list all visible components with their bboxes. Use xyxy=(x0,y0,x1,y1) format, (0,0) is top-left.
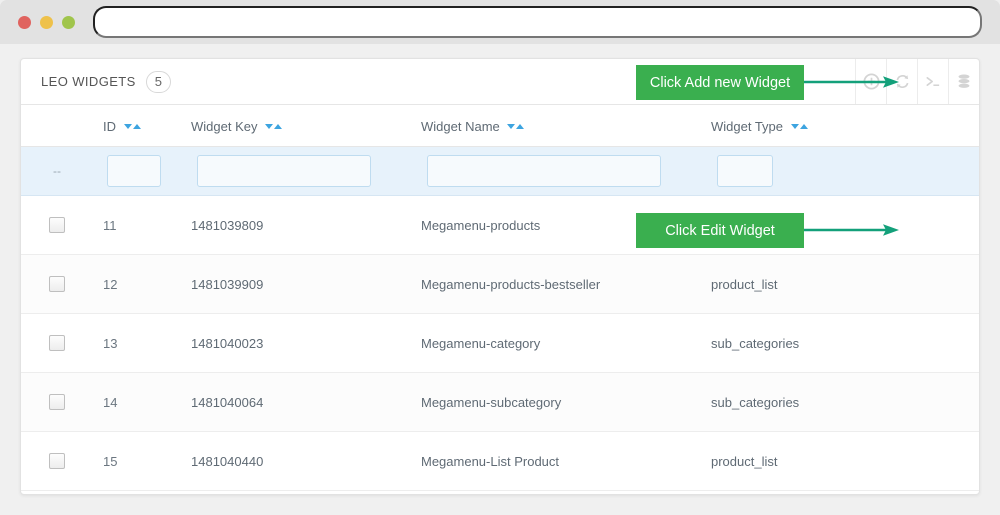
filter-id-cell xyxy=(93,146,181,196)
row-checkbox-cell xyxy=(21,195,93,255)
cell-id: 12 xyxy=(93,254,181,314)
window-controls xyxy=(18,15,75,29)
cell-type: sub_categories xyxy=(701,372,921,432)
row-checkbox-cell xyxy=(21,431,93,491)
cell-id: 11 xyxy=(93,195,181,255)
header-widget-key-label: Widget Key xyxy=(191,119,258,134)
header-widget-name-label: Widget Name xyxy=(421,119,500,134)
header-select-all xyxy=(21,105,93,147)
filter-row: -- xyxy=(21,146,979,196)
cell-name: Megamenu-subcategory xyxy=(411,372,701,432)
row-checkbox-cell xyxy=(21,372,93,432)
row-checkbox[interactable] xyxy=(49,217,65,234)
sort-asc-icon[interactable] xyxy=(132,124,141,130)
browser-chrome xyxy=(0,0,1000,44)
sort-asc-icon[interactable] xyxy=(274,124,283,130)
callout-arrow-edit xyxy=(801,223,899,237)
maximize-window-button[interactable] xyxy=(62,15,75,29)
filter-id-input[interactable] xyxy=(107,155,161,187)
cell-id: 13 xyxy=(93,313,181,373)
table-header-row: ID Widget Key Widget Name Widget Type xyxy=(21,105,979,147)
filter-key-cell xyxy=(181,146,411,196)
sort-arrows-key[interactable] xyxy=(265,124,283,130)
header-widget-type-label: Widget Type xyxy=(711,119,784,134)
database-icon[interactable] xyxy=(948,59,979,104)
cell-actions: Edit xyxy=(921,195,979,255)
row-checkbox[interactable] xyxy=(49,276,65,293)
cell-id: 15 xyxy=(93,431,181,491)
header-actions xyxy=(921,105,979,147)
minimize-window-button[interactable] xyxy=(40,15,53,29)
table-row[interactable]: 14 1481040064 Megamenu-subcategory sub_c… xyxy=(21,372,979,432)
row-checkbox[interactable] xyxy=(49,453,65,470)
widget-count-badge: 5 xyxy=(145,70,171,93)
cell-type: product_list xyxy=(701,431,921,491)
sort-arrows-name[interactable] xyxy=(507,124,525,130)
sort-desc-icon[interactable] xyxy=(265,124,274,130)
header-id-label: ID xyxy=(103,119,116,134)
sort-arrows-type[interactable] xyxy=(790,124,808,130)
cell-key: 1481040023 xyxy=(181,313,411,373)
cell-actions: Edit xyxy=(921,372,979,432)
header-id[interactable]: ID xyxy=(93,105,181,147)
table-body: -- 11 1481039809 Megamenu-products 12 14… xyxy=(21,146,979,491)
cell-actions: Edit xyxy=(921,431,979,491)
filter-widget-key-input[interactable] xyxy=(197,155,371,187)
filter-name-cell xyxy=(411,146,701,196)
sort-arrows-id[interactable] xyxy=(123,124,141,130)
widgets-table: ID Widget Key Widget Name Widget Type --… xyxy=(21,105,979,491)
sort-asc-icon[interactable] xyxy=(516,124,525,130)
cell-name: Megamenu-category xyxy=(411,313,701,373)
page-title: LEO WIDGETS xyxy=(41,74,136,89)
widgets-panel: LEO WIDGETS 5 ID Widget Key Widget Name … xyxy=(20,58,980,495)
filter-actions-cell: Search xyxy=(921,146,979,196)
table-row[interactable]: 12 1481039909 Megamenu-products-bestsell… xyxy=(21,254,979,314)
table-row[interactable]: 15 1481040440 Megamenu-List Product prod… xyxy=(21,431,979,491)
row-checkbox[interactable] xyxy=(49,335,65,352)
cell-actions: Edit xyxy=(921,254,979,314)
sort-desc-icon[interactable] xyxy=(790,124,799,130)
cell-actions: Edit xyxy=(921,313,979,373)
table-row[interactable]: 13 1481040023 Megamenu-category sub_cate… xyxy=(21,313,979,373)
header-widget-name[interactable]: Widget Name xyxy=(411,105,701,147)
cell-id: 14 xyxy=(93,372,181,432)
cell-type: sub_categories xyxy=(701,313,921,373)
filter-widget-name-input[interactable] xyxy=(427,155,661,187)
cell-type: product_list xyxy=(701,254,921,314)
cell-key: 1481039809 xyxy=(181,195,411,255)
filter-type-cell xyxy=(701,146,921,196)
filter-widget-type-input[interactable] xyxy=(717,155,773,187)
filter-checkbox-marker: -- xyxy=(21,146,93,196)
cell-key: 1481039909 xyxy=(181,254,411,314)
sort-asc-icon[interactable] xyxy=(799,124,808,130)
row-checkbox-cell xyxy=(21,254,93,314)
sort-desc-icon[interactable] xyxy=(123,124,132,130)
cell-name: Megamenu-products-bestseller xyxy=(411,254,701,314)
terminal-icon[interactable] xyxy=(917,59,948,104)
url-input[interactable] xyxy=(93,6,982,38)
header-widget-type[interactable]: Widget Type xyxy=(701,105,921,147)
row-checkbox-cell xyxy=(21,313,93,373)
cell-key: 1481040064 xyxy=(181,372,411,432)
header-widget-key[interactable]: Widget Key xyxy=(181,105,411,147)
callout-arrow-add xyxy=(801,75,899,89)
callout-edit-widget[interactable]: Click Edit Widget xyxy=(636,213,804,248)
cell-name: Megamenu-List Product xyxy=(411,431,701,491)
sort-desc-icon[interactable] xyxy=(507,124,516,130)
callout-add-new-widget[interactable]: Click Add new Widget xyxy=(636,65,804,100)
cell-key: 1481040440 xyxy=(181,431,411,491)
panel-footer: Bulk actions xyxy=(21,491,979,494)
close-window-button[interactable] xyxy=(18,15,31,29)
table-head: ID Widget Key Widget Name Widget Type xyxy=(21,105,979,147)
row-checkbox[interactable] xyxy=(49,394,65,411)
